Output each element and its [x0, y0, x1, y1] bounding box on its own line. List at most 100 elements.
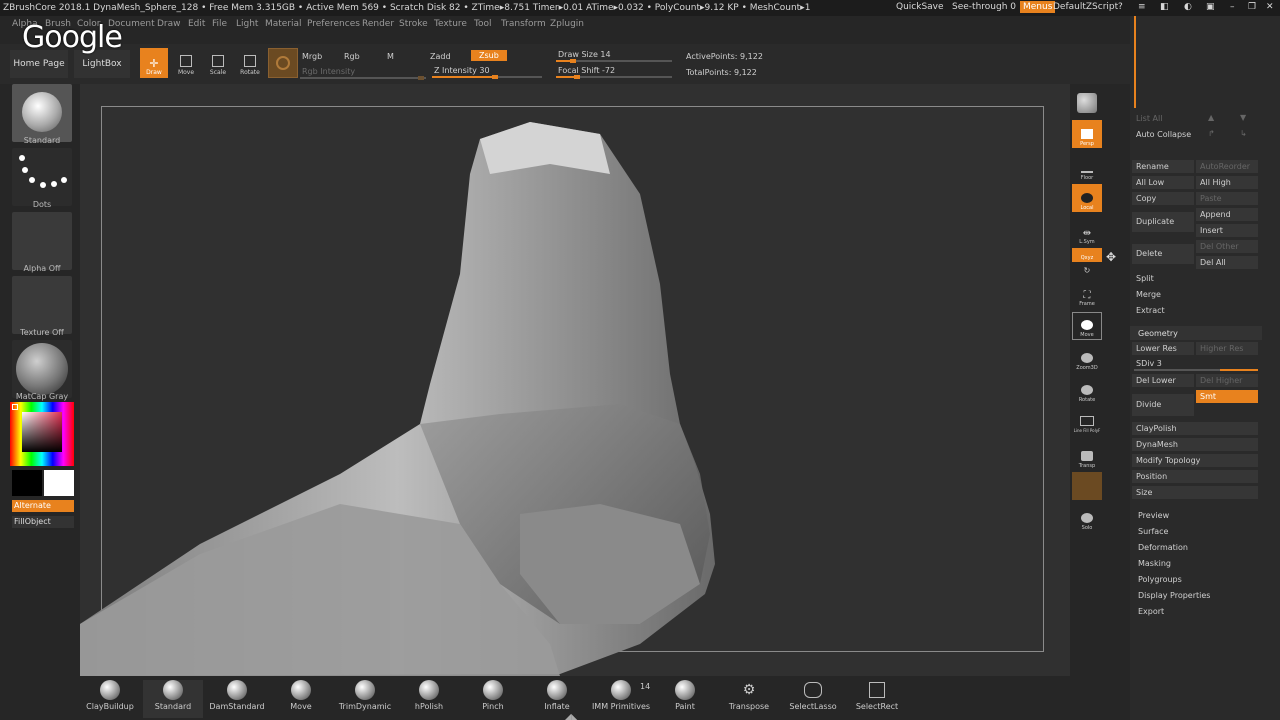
insert-button[interactable]: Insert [1196, 224, 1258, 237]
close-icon[interactable]: ✕ [1266, 2, 1274, 12]
menu-texture[interactable]: Texture [434, 19, 467, 29]
extract-button[interactable]: Extract [1136, 306, 1165, 315]
brush-thumbnail[interactable] [12, 84, 72, 142]
brush-hpolish[interactable]: hPolish [399, 680, 459, 718]
fillobject-button[interactable]: FillObject [12, 516, 74, 528]
lock-icon[interactable]: ▣ [1206, 2, 1215, 12]
texture-thumbnail[interactable] [12, 276, 72, 334]
geometry-header[interactable]: Geometry [1130, 326, 1262, 340]
m-button[interactable]: M [387, 52, 394, 61]
defaultzscript-button[interactable]: DefaultZScript [1053, 2, 1118, 12]
canvas-viewport[interactable] [80, 84, 1070, 676]
secondary-color-swatch[interactable] [12, 470, 42, 496]
brush-paint[interactable]: Paint [655, 680, 715, 718]
del-higher-button[interactable]: Del Higher [1196, 374, 1258, 387]
color-picker[interactable] [10, 402, 74, 466]
all-low-button[interactable]: All Low [1132, 176, 1194, 189]
menu-edit[interactable]: Edit [188, 19, 205, 29]
floor-button[interactable]: Floor [1072, 154, 1102, 182]
move-tool-button[interactable]: Move [172, 48, 200, 78]
frame-button[interactable]: ⛶ Frame [1072, 280, 1102, 308]
rename-button[interactable]: Rename [1132, 160, 1194, 173]
scale-tool-button[interactable]: Scale [204, 48, 232, 78]
mrgb-button[interactable]: Mrgb [302, 52, 322, 61]
menu-preferences[interactable]: Preferences [307, 19, 360, 29]
all-high-button[interactable]: All High [1196, 176, 1258, 189]
material-swatch[interactable] [268, 48, 298, 78]
paste-button[interactable]: Paste [1196, 192, 1258, 205]
brush-inflate[interactable]: Inflate [527, 680, 587, 718]
stroke-thumbnail[interactable] [12, 148, 72, 206]
del-all-button[interactable]: Del All [1196, 256, 1258, 269]
theme-icon[interactable]: ◐ [1184, 2, 1192, 12]
mesh-sculpt[interactable] [80, 84, 1070, 676]
polyframe-button[interactable]: Line Fill PolyF [1072, 408, 1102, 434]
menu-file[interactable]: File [212, 19, 227, 29]
minimize-icon[interactable]: – [1230, 2, 1235, 12]
menu-render[interactable]: Render [362, 19, 394, 29]
quicksave-button[interactable]: QuickSave [896, 2, 944, 12]
position-section[interactable]: Position [1132, 470, 1258, 483]
material-thumbnail[interactable] [12, 340, 72, 398]
move-down-icon[interactable]: ▼ [1240, 113, 1246, 122]
brush-trimdynamic[interactable]: TrimDynamic [335, 680, 395, 718]
menu-stroke[interactable]: Stroke [399, 19, 428, 29]
append-button[interactable]: Append [1196, 208, 1258, 221]
alternate-button[interactable]: Alternate [12, 500, 74, 512]
transp-button[interactable]: Transp [1072, 442, 1102, 470]
autoreorder-button[interactable]: AutoReorder [1196, 160, 1258, 173]
zadd-button[interactable]: Zadd [430, 52, 451, 61]
draw-tool-button[interactable]: ✛ Draw [140, 48, 168, 78]
rotation-axis-icon[interactable]: ↻ [1072, 264, 1102, 276]
polygroups-section[interactable]: Polygroups [1138, 575, 1182, 584]
palette-icon[interactable]: ◧ [1160, 2, 1169, 12]
move-view-button[interactable]: Move [1072, 312, 1102, 340]
duplicate-button[interactable]: Duplicate [1132, 212, 1194, 232]
layout-icon[interactable]: ≡ [1138, 2, 1146, 12]
menu-zplugin[interactable]: Zplugin [550, 19, 584, 29]
z-intensity-slider[interactable] [432, 75, 542, 79]
export-section[interactable]: Export [1138, 607, 1164, 616]
ghost-button[interactable] [1072, 472, 1102, 500]
smt-toggle[interactable]: Smt [1196, 390, 1258, 403]
higher-res-button[interactable]: Higher Res [1196, 342, 1258, 355]
brush-move[interactable]: Move [271, 680, 331, 718]
persp-button[interactable]: Persp [1072, 120, 1102, 148]
brush-selectrect[interactable]: SelectRect [847, 680, 907, 718]
draw-size-slider[interactable] [556, 59, 672, 63]
color-saturation-square[interactable] [22, 412, 62, 452]
sdiv-slider[interactable] [1134, 369, 1258, 371]
zoom3d-button[interactable]: Zoom3D [1072, 344, 1102, 372]
menu-tool[interactable]: Tool [474, 19, 491, 29]
rgb-button[interactable]: Rgb [344, 52, 360, 61]
help-icon[interactable]: ? [1118, 2, 1123, 12]
maximize-icon[interactable]: ❐ [1248, 2, 1256, 12]
subtool-scrollbar[interactable] [1134, 16, 1136, 108]
display-properties-section[interactable]: Display Properties [1138, 591, 1210, 600]
dynamesh-section[interactable]: DynaMesh [1132, 438, 1258, 451]
move-up-icon[interactable]: ▲ [1208, 113, 1214, 122]
split-button[interactable]: Split [1136, 274, 1154, 283]
size-section[interactable]: Size [1132, 486, 1258, 499]
brush-selectlasso[interactable]: SelectLasso [783, 680, 843, 718]
rotate-view-button[interactable]: Rotate [1072, 376, 1102, 404]
brush-damstandard[interactable]: DamStandard [207, 680, 267, 718]
arrow-up-icon[interactable]: ↱ [1208, 129, 1215, 138]
bpr-button[interactable] [1072, 86, 1102, 114]
del-lower-button[interactable]: Del Lower [1132, 374, 1194, 387]
list-all-button[interactable]: List All [1136, 114, 1162, 123]
brush-pinch[interactable]: Pinch [463, 680, 523, 718]
xyz-button[interactable]: Qxyz [1072, 248, 1102, 262]
arrow-down-icon[interactable]: ↳ [1240, 129, 1247, 138]
local-button[interactable]: Local [1072, 184, 1102, 212]
solo-button[interactable]: Solo [1072, 504, 1102, 532]
brush-transpose[interactable]: ⚙ Transpose [719, 680, 779, 718]
brush-claybuildup[interactable]: ClayBuildup [80, 680, 140, 718]
modify-topology-section[interactable]: Modify Topology [1132, 454, 1258, 467]
zsub-button[interactable]: Zsub [471, 50, 507, 61]
rotate-tool-button[interactable]: Rotate [236, 48, 264, 78]
delete-button[interactable]: Delete [1132, 244, 1194, 264]
alpha-thumbnail[interactable] [12, 212, 72, 270]
main-color-swatch[interactable] [44, 470, 74, 496]
menu-material[interactable]: Material [265, 19, 302, 29]
